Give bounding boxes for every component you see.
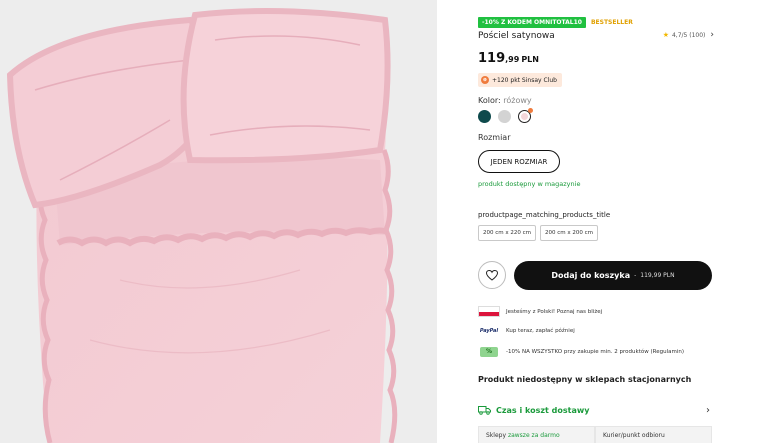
discount-tag-icon: % (480, 346, 498, 357)
color-swatch-grey[interactable] (498, 110, 511, 123)
feature-text: Kup teraz, zapłać później (506, 327, 575, 334)
availability-status: produkt dostępny w magazynie (478, 180, 581, 188)
coin-icon: ⊕ (481, 76, 489, 84)
add-to-cart-amount: 119,99 PLN (640, 272, 675, 279)
club-points-text: +120 pkt Sinsay Club (492, 76, 557, 84)
promo-badge: -10% Z KODEM OMNITOTAL10 (478, 17, 586, 28)
rating-link[interactable]: ★ 4,7/5 (100) › (663, 30, 714, 40)
product-info-panel: -10% Z KODEM OMNITOTAL10 BESTSELLER ★ 4,… (478, 0, 714, 443)
store-unavailable-notice: Produkt niedostępny w sklepach stacjonar… (478, 375, 692, 384)
club-points-badge: ⊕ +120 pkt Sinsay Club (478, 73, 562, 87)
product-title: Pościel satynowa (478, 31, 555, 41)
feature-text: -10% NA WSZYSTKO przy zakupie min. 2 pro… (506, 348, 684, 355)
feature-row-discount[interactable]: % -10% NA WSZYSTKO przy zakupie min. 2 p… (478, 346, 684, 357)
truck-icon (478, 406, 491, 415)
color-swatches (478, 108, 533, 123)
feature-text: Jesteśmy z Polski! Poznaj nas bliżej (506, 308, 603, 315)
product-image[interactable] (0, 0, 437, 443)
matching-products-title: productpage_matching_products_title (478, 211, 611, 219)
add-to-cart-button[interactable]: Dodaj do koszyka - 119,99 PLN (514, 261, 712, 290)
size-option-button[interactable]: JEDEN ROZMIAR (478, 150, 560, 173)
size-label: Rozmiar (478, 133, 511, 142)
matching-chip[interactable]: 200 cm x 200 cm (540, 225, 599, 241)
chevron-right-icon: › (706, 404, 710, 416)
poland-flag-icon (478, 306, 500, 317)
color-swatch-pink[interactable] (518, 108, 533, 123)
matching-products-chips: 200 cm x 220 cm 200 cm x 200 cm (478, 225, 599, 241)
matching-chip[interactable]: 200 cm x 220 cm (478, 225, 537, 241)
delivery-cell-stores: Sklepy zawsze za darmo (478, 426, 595, 443)
price-decimal: ,99 (505, 55, 520, 64)
color-label: Kolor: różowy (478, 96, 532, 105)
feature-row-paypal[interactable]: PayPal Kup teraz, zapłać później (478, 325, 575, 336)
delivery-highlight: zawsze za darmo (507, 432, 560, 439)
paypal-icon: PayPal (479, 327, 499, 334)
badge-row: -10% Z KODEM OMNITOTAL10 BESTSELLER (478, 17, 633, 28)
delivery-label: Czas i koszt dostawy (496, 405, 590, 415)
product-price: 119,99 PLN (478, 47, 539, 66)
price-currency: PLN (521, 55, 539, 64)
delivery-info-link[interactable]: Czas i koszt dostawy › (478, 403, 712, 417)
selected-dot-icon (528, 108, 533, 113)
heart-icon (486, 269, 498, 281)
delivery-cell-courier: Kurier/punkt odbioru (595, 426, 712, 443)
color-value: różowy (503, 96, 532, 105)
add-to-cart-separator: - (634, 272, 637, 279)
bestseller-badge: BESTSELLER (590, 19, 633, 26)
star-icon: ★ (662, 31, 669, 39)
feature-row-poland[interactable]: Jesteśmy z Polski! Poznaj nas bliżej (478, 306, 602, 317)
delivery-table: Sklepy zawsze za darmo Kurier/punkt odbi… (478, 426, 712, 443)
wishlist-button[interactable] (478, 261, 506, 289)
color-swatch-teal[interactable] (478, 110, 491, 123)
chevron-right-icon: › (710, 30, 714, 40)
price-integer: 119 (478, 51, 506, 66)
rating-value: 4,7/5 (100) (671, 31, 706, 39)
add-to-cart-label: Dodaj do koszyka (551, 271, 631, 280)
